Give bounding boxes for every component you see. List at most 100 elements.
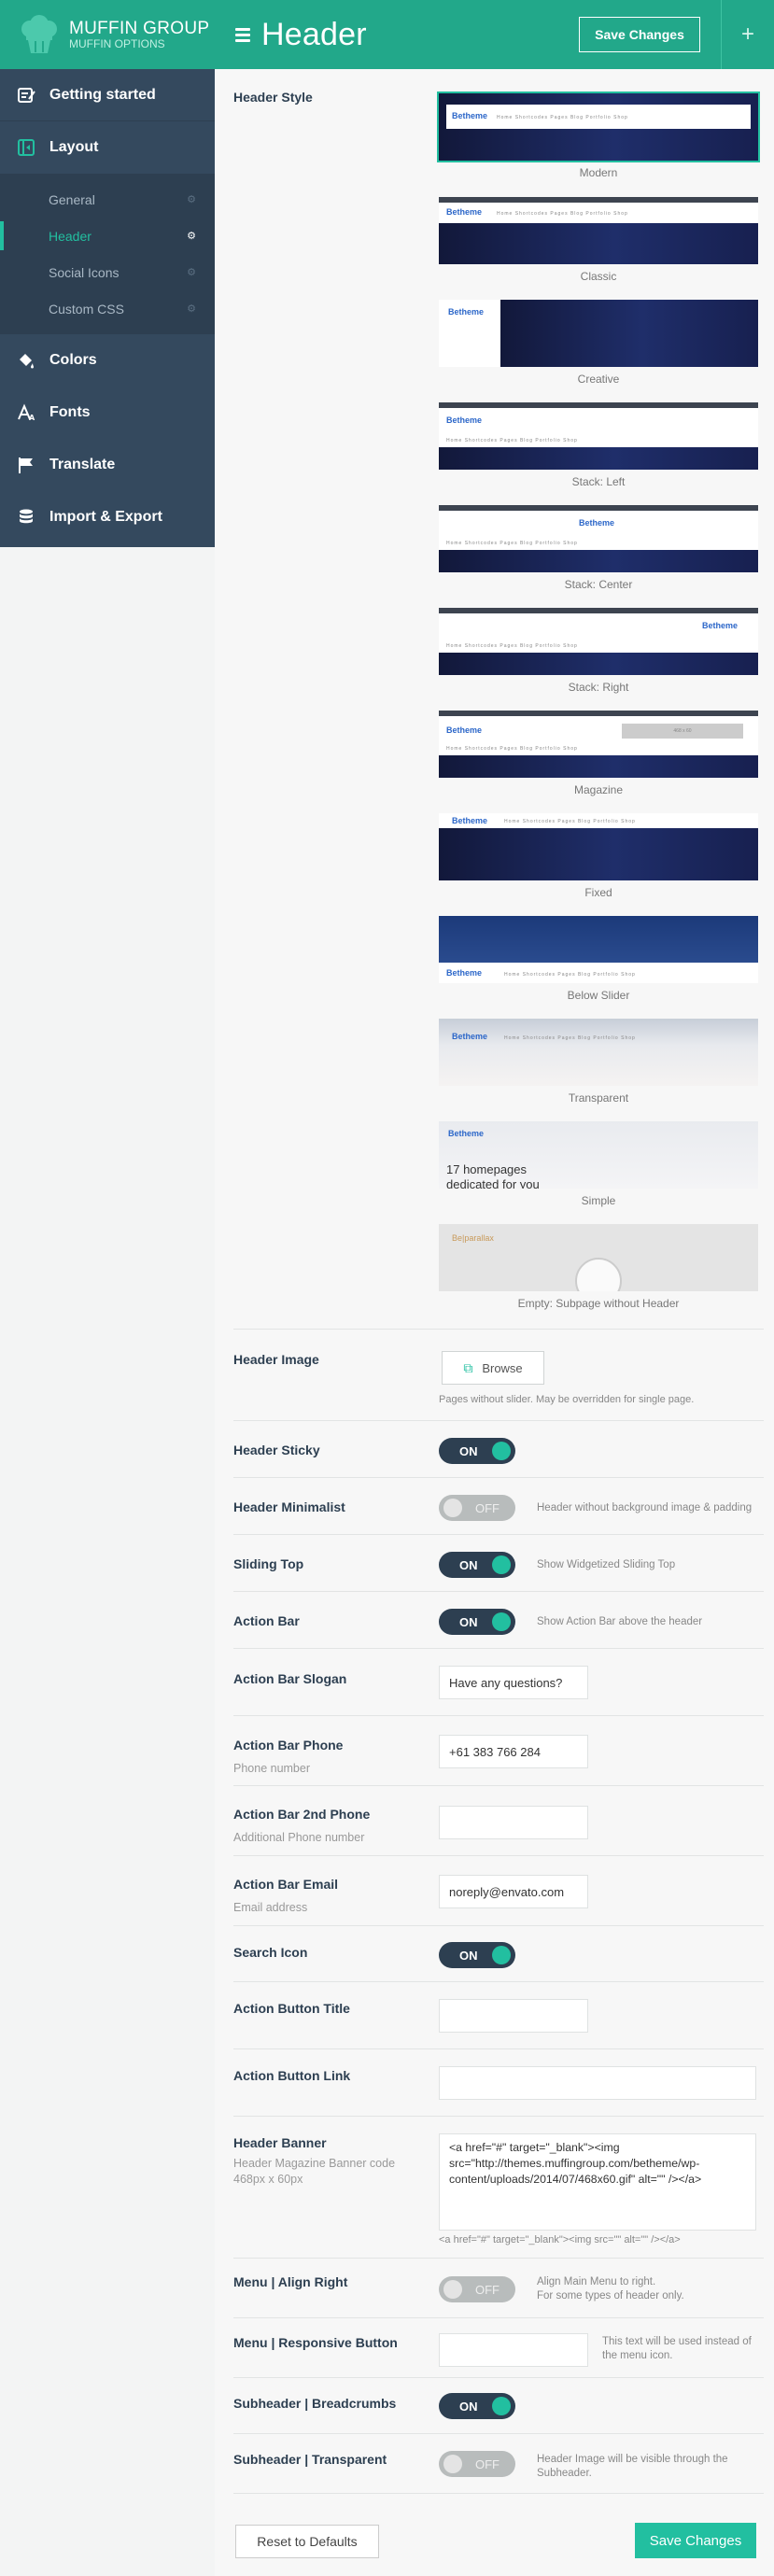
action-bar-email-input[interactable] [439, 1875, 588, 1908]
header-style-label: Header Style [233, 90, 313, 105]
subheader-transparent-label: Subheader | Transparent [233, 2452, 387, 2467]
action-bar-email-label: Action Bar Email [233, 1877, 339, 1892]
header-style-caption: Stack: Left [571, 475, 626, 488]
action-bar-slogan-input[interactable] [439, 1666, 588, 1699]
header-style-stack-center[interactable]: Betheme Home Shortcodes Pages Blog Portf… [439, 505, 758, 572]
thumb-logo: Betheme [446, 415, 483, 425]
sidebar-subitem-label: Header [49, 228, 91, 244]
sidebar-item-label: Layout [49, 139, 99, 155]
header-banner-label: Header Banner [233, 2135, 327, 2150]
header-style-empty[interactable]: Be|parallax [439, 1224, 758, 1291]
action-bar-phone2-desc: Additional Phone number [233, 1831, 365, 1844]
action-bar-email-desc: Email address [233, 1901, 308, 1914]
gear-icon: ⚙ [187, 267, 196, 278]
search-icon-label: Search Icon [233, 1945, 308, 1960]
thumb-menu: Home Shortcodes Pages Blog Portfolio Sho… [446, 541, 578, 546]
sidebar-subitem-social-icons[interactable]: Social Icons ⚙ [0, 254, 215, 290]
header-image-row: Header Image ⧉ Browse Pages without slid… [233, 1330, 764, 1421]
header-image-label: Header Image [233, 1352, 319, 1367]
subheader-breadcrumbs-row: Subheader | Breadcrumbs ON [233, 2378, 764, 2434]
header-style-magazine[interactable]: Betheme 468 x 60 Home Shortcodes Pages B… [439, 711, 758, 778]
subheader-transparent-row: Subheader | Transparent OFF Header Image… [233, 2434, 764, 2494]
header-style-stack-left[interactable]: Betheme Home Shortcodes Pages Blog Portf… [439, 402, 758, 470]
thumb-menu: Home Shortcodes Pages Blog Portfolio Sho… [446, 438, 578, 443]
header-style-transparent[interactable]: Betheme Home Shortcodes Pages Blog Portf… [439, 1019, 758, 1086]
action-bar-email-row: Action Bar Email Email address [233, 1856, 764, 1926]
header-style-fixed[interactable]: Betheme Home Shortcodes Pages Blog Portf… [439, 813, 758, 880]
sidebar-item-label: Translate [49, 457, 116, 472]
top-bar: Header Save Changes + [215, 0, 774, 69]
action-bar-phone-row: Action Bar Phone Phone number [233, 1716, 764, 1786]
sliding-top-hint: Show Widgetized Sliding Top [537, 1559, 676, 1570]
header-style-classic[interactable]: Betheme Home Shortcodes Pages Blog Portf… [439, 197, 758, 264]
plus-icon[interactable]: + [734, 17, 762, 52]
sidebar-item-translate[interactable]: Translate [0, 439, 215, 491]
menu-align-right-toggle[interactable]: OFF [439, 2276, 515, 2302]
sidebar-subitem-general[interactable]: General ⚙ [0, 181, 215, 218]
sliding-top-label: Sliding Top [233, 1556, 304, 1571]
browse-label: Browse [482, 1360, 523, 1375]
menu-align-right-label: Menu | Align Right [233, 2274, 348, 2289]
svg-text:A: A [29, 414, 35, 422]
action-bar-phone-input[interactable] [439, 1735, 588, 1768]
header-minimalist-toggle[interactable]: OFF [439, 1495, 515, 1521]
action-button-title-input[interactable] [439, 1999, 588, 2033]
flag-icon [16, 455, 36, 475]
thumb-menu: Home Shortcodes Pages Blog Portfolio Sho… [504, 819, 636, 824]
sidebar-item-colors[interactable]: Colors [0, 334, 215, 387]
header-style-simple[interactable]: Betheme 17 homepages dedicated for you [439, 1121, 758, 1189]
copy-icon: ⧉ [463, 1359, 473, 1375]
sidebar-item-import-export[interactable]: Import & Export [0, 491, 215, 543]
thumb-hero-text-2: dedicated for you [446, 1177, 540, 1189]
sliding-top-row: Sliding Top ON Show Widgetized Sliding T… [233, 1535, 764, 1592]
hamburger-icon[interactable] [235, 25, 250, 45]
browse-button[interactable]: ⧉ Browse [442, 1351, 544, 1385]
sidebar-item-layout[interactable]: Layout [0, 121, 215, 174]
action-button-link-label: Action Button Link [233, 2068, 351, 2083]
header-style-below-slider[interactable]: Betheme Home Shortcodes Pages Blog Portf… [439, 916, 758, 983]
header-sticky-label: Header Sticky [233, 1443, 320, 1457]
header-style-caption: Modern [579, 166, 618, 179]
search-icon-toggle[interactable]: ON [439, 1942, 515, 1968]
layout-subnav: General ⚙ Header ⚙ Social Icons ⚙ Custom CS… [0, 174, 215, 334]
header-style-creative[interactable]: Betheme [439, 300, 758, 367]
action-bar-phone-desc: Phone number [233, 1762, 311, 1775]
subheader-transparent-toggle[interactable]: OFF [439, 2451, 515, 2477]
thumb-logo: Betheme [448, 1129, 485, 1138]
subheader-breadcrumbs-toggle[interactable]: ON [439, 2393, 515, 2419]
sliding-top-toggle[interactable]: ON [439, 1552, 515, 1578]
reset-to-defaults-button[interactable]: Reset to Defaults [235, 2525, 379, 2558]
action-bar-phone-label: Action Bar Phone [233, 1738, 344, 1753]
sidebar-item-label: Fonts [49, 404, 91, 420]
menu-responsive-label: Menu | Responsive Button [233, 2335, 398, 2350]
thumb-logo: Betheme [446, 968, 483, 978]
header-banner-textarea[interactable]: <a href="#" target="_blank"><img src="ht… [439, 2133, 756, 2231]
thumb-logo: Betheme [446, 725, 483, 735]
action-button-link-input[interactable] [439, 2066, 756, 2100]
header-style-modern[interactable]: Betheme Home Shortcodes Pages Blog Portf… [437, 91, 760, 162]
sidebar-subitem-header[interactable]: Header ⚙ [0, 218, 215, 254]
action-bar-slogan-row: Action Bar Slogan [233, 1649, 764, 1716]
action-button-title-row: Action Button Title [233, 1982, 764, 2049]
thumb-logo: Betheme [452, 816, 488, 825]
thumb-logo: Betheme [702, 621, 739, 630]
header-sticky-toggle[interactable]: ON [439, 1438, 515, 1464]
gear-icon: ⚙ [187, 303, 196, 315]
sidebar-item-getting-started[interactable]: Getting started [0, 69, 215, 121]
header-banner-row: Header Banner Header Magazine Banner cod… [233, 2117, 764, 2259]
layout-icon [16, 137, 36, 158]
save-changes-button-top[interactable]: Save Changes [579, 17, 700, 52]
save-changes-button-bottom[interactable]: Save Changes [635, 2523, 756, 2558]
action-bar-toggle[interactable]: ON [439, 1609, 515, 1635]
brand: MUFFIN GROUP MUFFIN OPTIONS [0, 0, 215, 69]
sidebar-subitem-custom-css[interactable]: Custom CSS ⚙ [0, 290, 215, 327]
header-minimalist-row: Header Minimalist OFF Header without bac… [233, 1478, 764, 1535]
header-style-stack-right[interactable]: Betheme Home Shortcodes Pages Blog Portf… [439, 608, 758, 675]
header-style-caption: Classic [580, 270, 617, 283]
search-icon-row: Search Icon ON [233, 1926, 764, 1982]
menu-responsive-input[interactable] [439, 2333, 588, 2367]
sidebar-item-fonts[interactable]: A Fonts [0, 387, 215, 439]
sidebar-item-label: Import & Export [49, 509, 162, 525]
header-style-caption: Empty: Subpage without Header [517, 1297, 680, 1310]
action-bar-phone2-input[interactable] [439, 1806, 588, 1839]
